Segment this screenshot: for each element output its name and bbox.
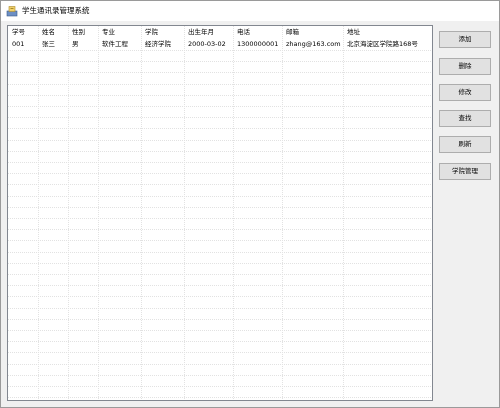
app-icon [6, 6, 18, 17]
column-header-birth-date[interactable]: 出生年月 [188, 27, 214, 37]
cell-name[interactable]: 张三 [42, 39, 55, 49]
column-header-email[interactable]: 邮箱 [286, 27, 299, 37]
college-manage-button[interactable]: 学院管理 [439, 163, 491, 180]
table-row[interactable]: 001 张三 男 软件工程 经济学院 2000-03-02 1300000001… [8, 39, 432, 49]
column-header-college[interactable]: 学院 [145, 27, 158, 37]
cell-email[interactable]: zhang@163.com [286, 39, 341, 49]
column-header-phone[interactable]: 电话 [237, 27, 250, 37]
refresh-button[interactable]: 刷新 [439, 136, 491, 153]
window-title: 学生通讯录管理系统 [22, 6, 90, 15]
column-header-name[interactable]: 姓名 [42, 27, 55, 37]
cell-birth-date[interactable]: 2000-03-02 [188, 39, 226, 49]
table-header-row: 学号 姓名 性别 专业 学院 出生年月 电话 邮箱 地址 [8, 27, 432, 37]
column-header-student-id[interactable]: 学号 [12, 27, 25, 37]
cell-major[interactable]: 软件工程 [102, 39, 128, 49]
edit-button[interactable]: 修改 [439, 84, 491, 101]
add-button[interactable]: 添加 [439, 31, 491, 48]
grid-lines [8, 26, 432, 400]
column-header-gender[interactable]: 性别 [72, 27, 85, 37]
column-header-major[interactable]: 专业 [102, 27, 115, 37]
cell-college[interactable]: 经济学院 [145, 39, 171, 49]
column-header-address[interactable]: 地址 [347, 27, 360, 37]
cell-gender[interactable]: 男 [72, 39, 79, 49]
cell-address[interactable]: 北京海淀区学院路168号 [347, 39, 418, 49]
search-button[interactable]: 查找 [439, 110, 491, 127]
title-bar[interactable]: 学生通讯录管理系统 [1, 1, 499, 21]
cell-student-id[interactable]: 001 [12, 39, 24, 49]
main-window: 学生通讯录管理系统 学号 姓名 性别 专业 学院 出生年月 电话 邮箱 地址 0… [0, 0, 500, 408]
delete-button[interactable]: 删除 [439, 58, 491, 75]
cell-phone[interactable]: 1300000001 [237, 39, 278, 49]
student-table[interactable]: 学号 姓名 性别 专业 学院 出生年月 电话 邮箱 地址 001 张三 男 软件… [7, 25, 433, 401]
client-area: 学号 姓名 性别 专业 学院 出生年月 电话 邮箱 地址 001 张三 男 软件… [1, 21, 499, 407]
